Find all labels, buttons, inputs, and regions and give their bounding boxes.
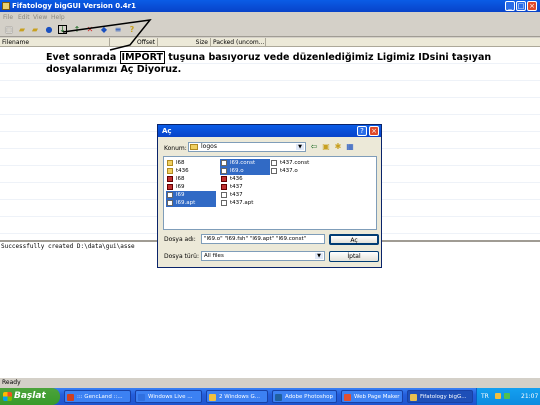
taskbar-button[interactable]: Fifatology bigG... [407,390,473,403]
tray-icon[interactable] [504,393,510,399]
file-icon [221,176,227,182]
file-item[interactable]: l68 [166,159,216,167]
file-item[interactable]: l69.const [220,159,270,167]
file-item[interactable]: t437 [220,191,270,199]
file-name: t437.apt [230,200,254,206]
cancel-button[interactable]: İptal [329,251,379,262]
folder-icon [167,168,173,174]
file-column: l68 t436 l68 l69 l69 l69.apt [166,159,216,207]
file-name: t437 [230,192,243,198]
taskbar-label: 2 Windows G... [219,394,261,400]
open-dialog: Aç ? × Konum: logos ▼ ⇦ ▣ ✱ ▦ l68 t436 l68… [157,124,382,268]
file-icon [271,160,277,166]
taskbar-label: Windows Live ... [148,394,193,400]
chevron-down-icon[interactable]: ▼ [296,144,304,150]
tray-icon[interactable] [495,393,501,399]
file-name: t436 [230,176,243,182]
file-item[interactable]: t437.o [270,167,320,175]
konum-label: Konum: [164,145,187,152]
file-icon [221,184,227,190]
file-name: l68 [176,160,185,166]
file-icon [271,168,277,174]
file-column: t437.const t437.o [270,159,320,175]
taskbar-button[interactable]: 2 Windows G... [206,390,268,403]
app-icon [138,394,145,401]
taskbar-label: Web Page Maker [354,394,400,400]
file-name: t437.const [280,160,310,166]
windows-logo-icon [3,392,12,401]
chevron-down-icon[interactable]: ▼ [315,253,323,259]
app-icon [410,394,417,401]
file-icon [167,184,173,190]
file-item[interactable]: l68 [166,175,216,183]
file-item[interactable]: t437.apt [220,199,270,207]
system-tray: TR 21:07 [476,388,540,405]
filetype-label: Dosya türü: [164,253,199,260]
back-icon[interactable]: ⇦ [309,142,319,152]
konum-value: logos [201,143,217,150]
open-button[interactable]: Aç [329,234,379,245]
filename-input[interactable]: "l69.o" "l69.fsh" "l69.apt" "l69.const" [201,234,325,244]
annotation-highlight: IMPORT [119,51,165,64]
file-name: l69.apt [176,200,196,206]
taskbar-button[interactable]: Web Page Maker [341,390,403,403]
clock[interactable]: 21:07 [521,388,538,405]
file-item[interactable]: t436 [166,167,216,175]
file-item[interactable]: l69.o [220,167,270,175]
filename-label: Dosya adı: [164,236,196,243]
dialog-close-button[interactable]: × [369,126,379,136]
file-item[interactable]: t437 [220,183,270,191]
dialog-title: Aç [162,127,172,135]
file-name: l69 [176,184,185,190]
app-icon [275,394,282,401]
file-name: l69.const [230,160,256,166]
taskbar-button[interactable]: Windows Live ... [135,390,202,403]
file-item[interactable]: l69.apt [166,199,216,207]
file-name: t437.o [280,168,298,174]
file-name: l68 [176,176,185,182]
view-menu-icon[interactable]: ▦ [345,142,355,152]
konum-select[interactable]: logos ▼ [188,142,306,152]
taskbar-button[interactable]: ::: GencLand ::... [64,390,131,403]
up-folder-icon[interactable]: ▣ [321,142,331,152]
filetype-select[interactable]: All files ▼ [201,251,325,261]
file-item[interactable]: l69 [166,183,216,191]
folder-icon [190,144,198,150]
annotation-text: Evet sonrada IMPORT tuşuna basıyoruz ved… [46,51,516,76]
file-icon [221,168,227,174]
file-icon [221,160,227,166]
start-label: Başlat [14,391,46,401]
language-indicator[interactable]: TR [481,388,489,405]
file-icon [167,200,173,206]
file-name: t437 [230,184,243,190]
file-icon [221,192,227,198]
file-name: t436 [176,168,189,174]
file-name: l69.o [230,168,244,174]
dialog-titlebar: Aç [158,125,381,137]
taskbar-button[interactable]: Adobe Photoshop [272,390,337,403]
file-item[interactable]: t436 [220,175,270,183]
file-item[interactable]: t437.const [270,159,320,167]
file-icon [167,176,173,182]
taskbar-label: ::: GencLand ::... [77,394,123,400]
dialog-file-list[interactable]: l68 t436 l68 l69 l69 l69.apt l69.const l69.o t4… [163,156,377,230]
app-icon [344,394,351,401]
app-icon [209,394,216,401]
file-icon [221,200,227,206]
new-folder-icon[interactable]: ✱ [333,142,343,152]
annotation-callout-line [62,19,152,51]
app-icon [67,394,74,401]
filetype-value: All files [204,253,224,259]
file-name: l69 [176,192,185,198]
dialog-help-button[interactable]: ? [357,126,367,136]
taskbar-label: Fifatology bigG... [420,394,467,400]
folder-icon [167,160,173,166]
file-item[interactable]: l69 [166,191,216,199]
file-icon [167,192,173,198]
file-column: l69.const l69.o t436 t437 t437 t437.apt [220,159,270,207]
filename-value: "l69.o" "l69.fsh" "l69.apt" "l69.const" [204,236,307,242]
annotation-before: Evet sonrada [46,52,120,63]
taskbar-label: Adobe Photoshop [285,394,334,400]
